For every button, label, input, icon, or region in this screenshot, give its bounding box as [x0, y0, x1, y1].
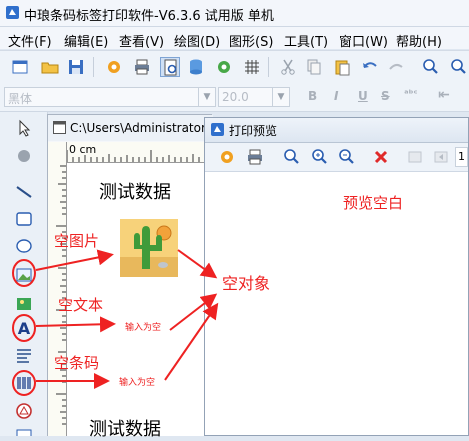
- empty-text-annotation: 空文本: [58, 296, 104, 314]
- highlight-barcode-tool: [12, 370, 36, 396]
- empty-object-annotation: 空对象: [222, 274, 271, 293]
- empty-barcode-annotation: 空条码: [54, 354, 100, 372]
- highlight-text-tool: [12, 314, 36, 342]
- arrow-text: [35, 316, 116, 333]
- arrow-image-to-object: [177, 249, 218, 279]
- arrow-barcode-to-object: [164, 302, 219, 381]
- empty-image-annotation: 空图片: [54, 232, 100, 250]
- highlight-image-tool: [12, 259, 36, 287]
- arrow-image: [35, 249, 114, 271]
- arrow-text-to-object: [169, 293, 218, 331]
